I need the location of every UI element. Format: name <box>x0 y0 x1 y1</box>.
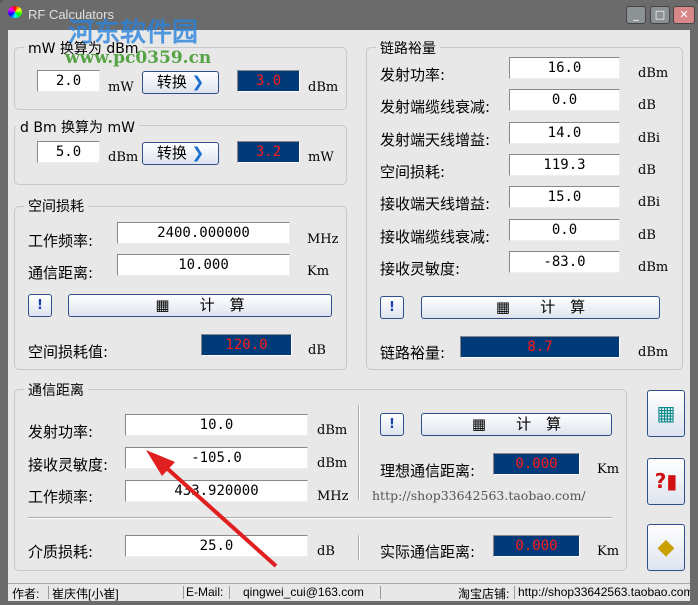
separator <box>380 586 381 599</box>
separator <box>514 586 515 599</box>
app-window: RF Calculators _ □ ✕ mW 换算为 dBm 2.0 mW 转… <box>0 0 698 605</box>
red-arrow-annotation <box>146 450 278 568</box>
separator <box>48 586 49 599</box>
author-label: 作者: <box>12 587 40 601</box>
email-label: E-Mail: <box>186 585 224 599</box>
author: 崔庆伟[小崔] <box>52 587 119 601</box>
separator <box>229 586 230 599</box>
separator <box>183 586 184 599</box>
email: qingwei_cui@163.com <box>243 585 364 599</box>
shop-url: http://shop33642563.taobao.com <box>518 585 690 599</box>
shop-label: 淘宝店铺: <box>458 587 510 601</box>
status-bar: 作者: 崔庆伟[小崔] E-Mail: qingwei_cui@163.com … <box>8 583 690 601</box>
